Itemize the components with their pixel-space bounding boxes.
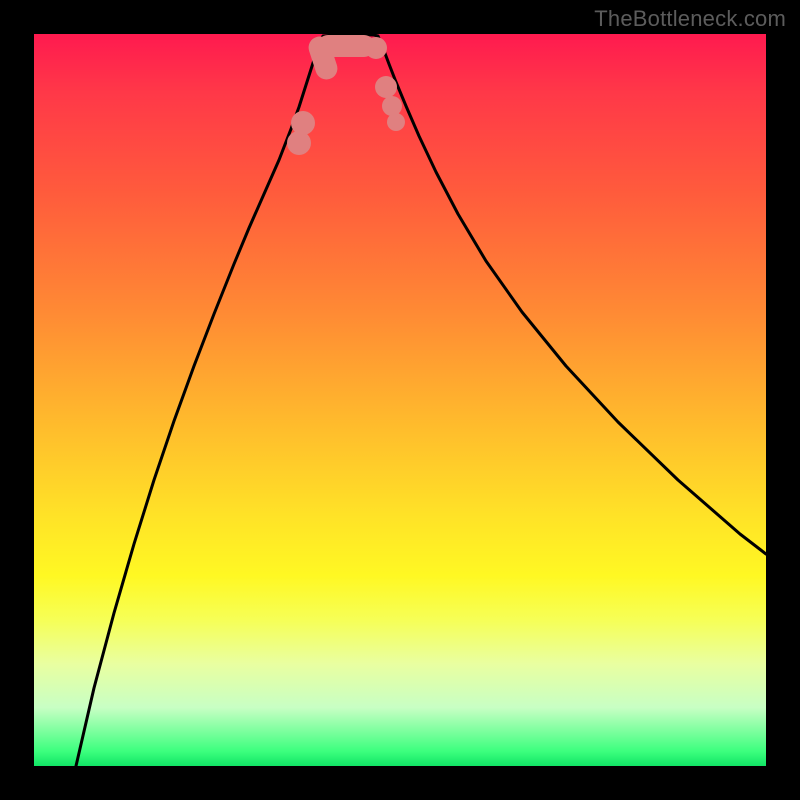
- curve-marker-7: [387, 113, 405, 131]
- chart-plot-area: [34, 34, 766, 766]
- curve-marker-6: [382, 96, 402, 116]
- chart-svg: [34, 34, 766, 766]
- curve-marker-1: [291, 111, 315, 135]
- curve-marker-0: [287, 131, 311, 155]
- bottleneck-curve: [76, 35, 766, 767]
- curve-marker-5: [375, 76, 397, 98]
- chart-markers: [287, 34, 405, 155]
- chart-frame: TheBottleneck.com: [0, 0, 800, 800]
- chart-curves: [76, 35, 766, 767]
- watermark-text: TheBottleneck.com: [594, 6, 786, 32]
- curve-marker-4: [365, 37, 387, 59]
